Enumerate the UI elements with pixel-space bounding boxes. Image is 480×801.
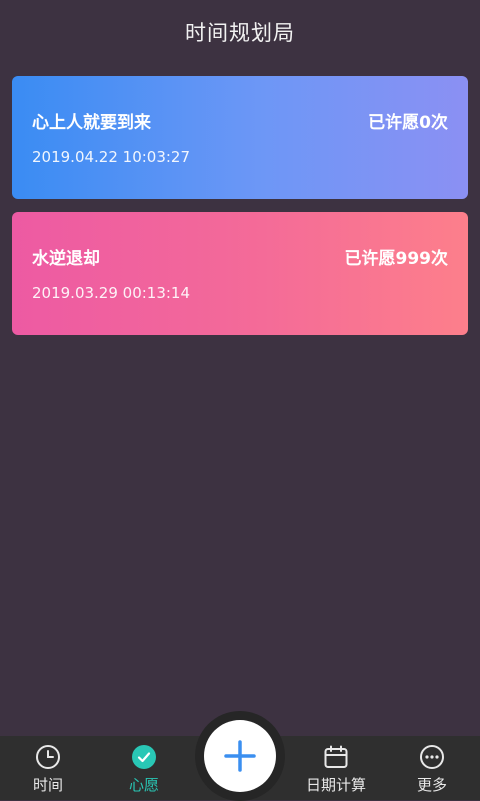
tab-label: 日期计算 <box>305 776 366 794</box>
plus-icon <box>224 740 256 772</box>
tab-date-calc[interactable]: 日期计算 <box>288 736 384 800</box>
wish-title: 心上人就要到来 <box>32 113 151 133</box>
more-dots-icon <box>420 745 444 769</box>
tab-wish[interactable]: 心愿 <box>96 736 192 800</box>
wish-card[interactable]: 心上人就要到来 已许愿0次 2019.04.22 10:03:27 <box>12 76 468 199</box>
tab-label: 心愿 <box>128 776 159 794</box>
clock-icon <box>36 745 60 769</box>
tab-label: 时间 <box>32 776 63 794</box>
add-wish-button[interactable] <box>204 720 276 792</box>
wish-title: 水逆退却 <box>32 249 100 269</box>
wish-timestamp: 2019.03.29 00:13:14 <box>32 284 191 302</box>
wish-count: 已许愿0次 <box>368 113 448 133</box>
wish-count: 已许愿999次 <box>344 249 449 269</box>
tab-time[interactable]: 时间 <box>0 736 96 800</box>
wish-card-header: 心上人就要到来 已许愿0次 <box>32 108 448 133</box>
wish-card-header: 水逆退却 已许愿999次 <box>32 244 448 269</box>
calendar-icon <box>324 745 348 768</box>
page-title: 时间规划局 <box>185 21 295 45</box>
wish-card[interactable]: 水逆退却 已许愿999次 2019.03.29 00:13:14 <box>12 212 468 335</box>
wish-timestamp: 2019.04.22 10:03:27 <box>32 148 191 166</box>
app-header: 时间规划局 <box>0 0 480 64</box>
tab-label: 更多 <box>416 776 447 794</box>
check-circle-icon <box>132 745 156 769</box>
tab-more[interactable]: 更多 <box>384 736 480 800</box>
